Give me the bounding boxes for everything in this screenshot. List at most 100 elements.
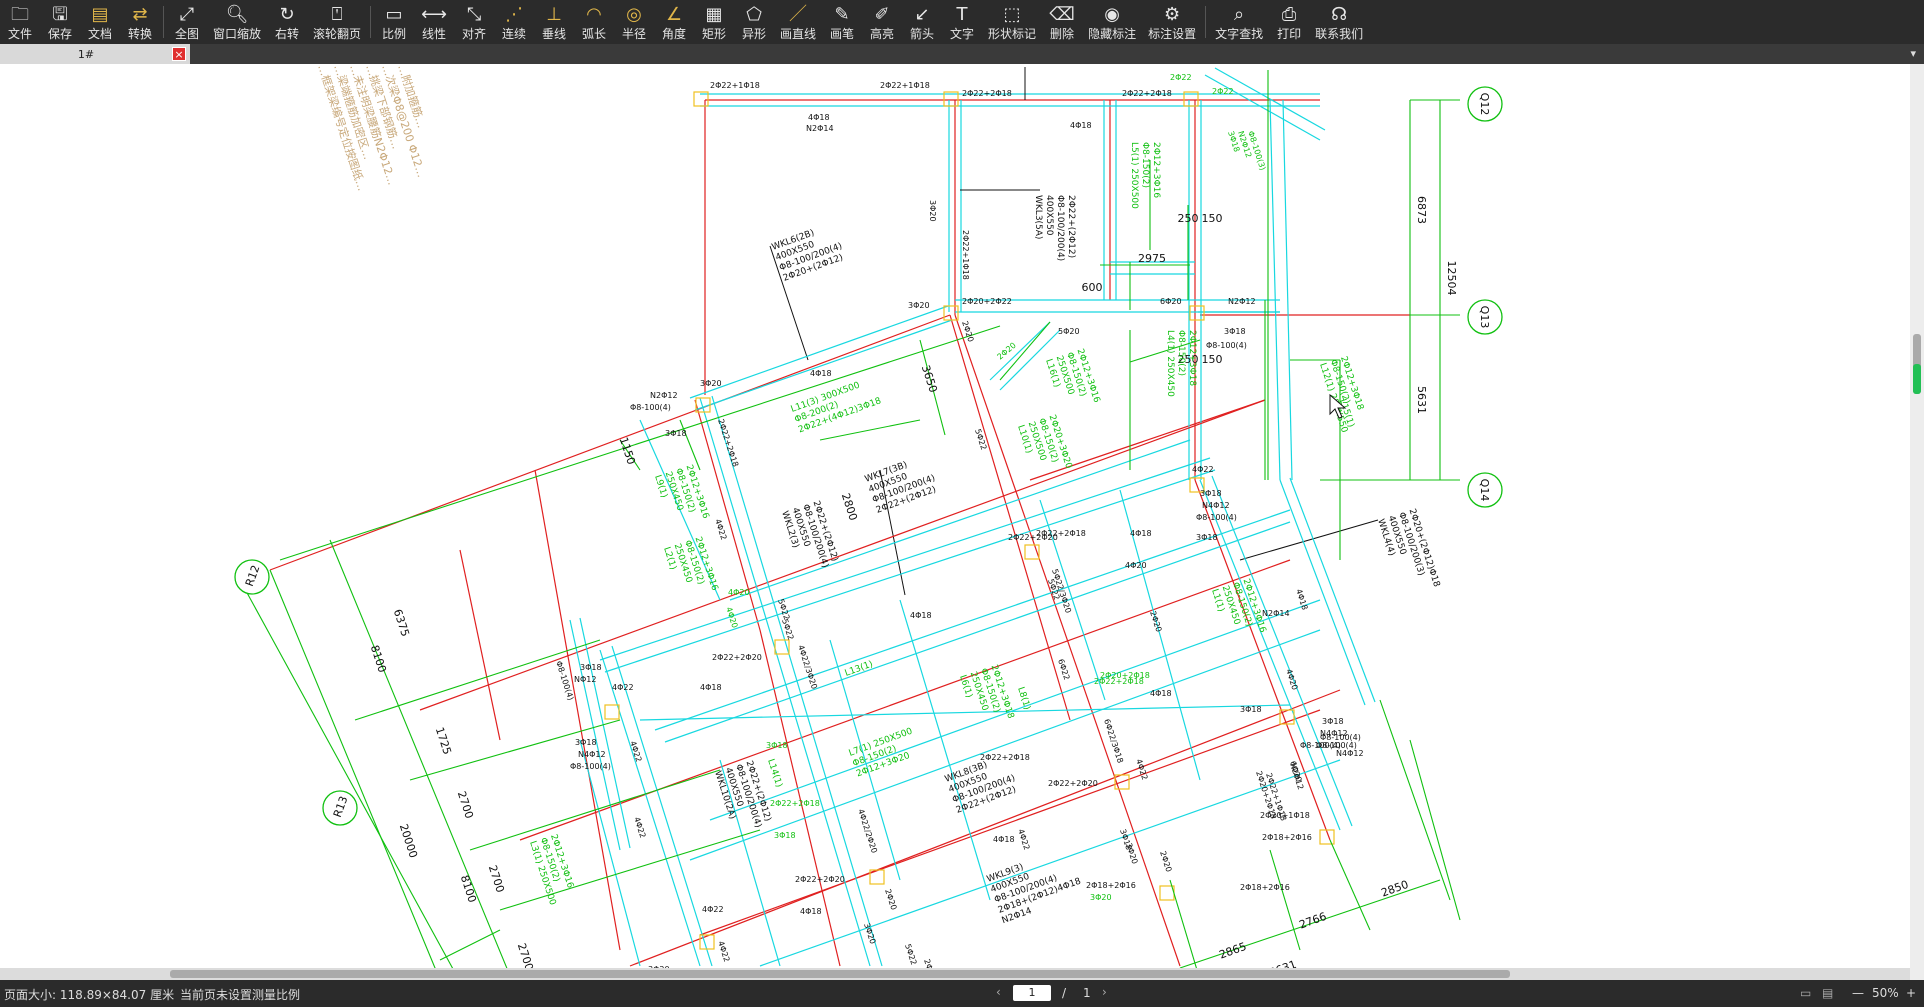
save-icon: 🖫: [52, 4, 68, 25]
page-number-input[interactable]: 1: [1013, 985, 1051, 1001]
axis-label: Q12: [1478, 93, 1491, 116]
angle-button[interactable]: ∠ 角度: [654, 0, 694, 44]
continuous-view-icon[interactable]: ▤: [1822, 986, 1833, 1000]
zoom-out-button[interactable]: —: [1852, 986, 1864, 1000]
arrow-button[interactable]: ↙ 箭头: [902, 0, 942, 44]
vertical-scroll-indicator: [1913, 364, 1921, 394]
rotate-right-button[interactable]: ↻ 右转: [267, 0, 307, 44]
drawing-canvas[interactable]: …框架梁编号定位按图纸… …梁端箍筋加密区… …未注明梁腰筋N2Φ12… …挑梁…: [0, 64, 1910, 980]
vertical-scrollbar[interactable]: [1910, 64, 1924, 980]
print-button[interactable]: ⎙ 打印: [1269, 0, 1309, 44]
status-bar: 页面大小: 118.89×84.07 厘米 当前页未设置测量比例 ‹ 1 / 1…: [0, 980, 1924, 1007]
horizontal-scroll-thumb[interactable]: [170, 970, 1510, 978]
shape-mark-button[interactable]: ⬚ 形状标记: [982, 0, 1042, 44]
window-zoom-button[interactable]: 🔍︎ 窗口缩放: [207, 0, 267, 44]
zoom-in-button[interactable]: +: [1906, 986, 1916, 1000]
rebar-text: 5Φ20: [1058, 327, 1080, 336]
linear-button[interactable]: ⟷ 线性: [414, 0, 454, 44]
file-button[interactable]: 🗀 文件: [0, 0, 40, 44]
fit-view-button[interactable]: ⤢ 全图: [167, 0, 207, 44]
scale-button[interactable]: ▭ 比例: [374, 0, 414, 44]
rebar-text: 3Φ18: [766, 741, 788, 750]
draw-line-button[interactable]: ／画直线: [774, 0, 822, 44]
save-button[interactable]: 🖫 保存: [40, 0, 80, 44]
wheel-page-button[interactable]: ⍞ 滚轮翻页: [307, 0, 367, 44]
rebar-text: 6Φ20: [1160, 297, 1182, 306]
next-page-button[interactable]: ›: [1102, 985, 1107, 999]
rebar-text: 3Φ18: [1322, 717, 1344, 726]
zoom-level: 50%: [1872, 986, 1899, 1000]
rebar-text: 4Φ20: [724, 606, 739, 629]
rebar-text: 4Φ20: [728, 588, 750, 597]
tab-bar: 1# × ▾: [0, 44, 1924, 64]
rebar-text: N2Φ12: [650, 391, 678, 400]
search-icon: ⌕: [1234, 4, 1245, 25]
line-icon: ／: [789, 4, 808, 25]
single-page-view-icon[interactable]: ▭: [1800, 986, 1811, 1000]
dimension-text: 5631: [1415, 386, 1428, 414]
prev-page-button[interactable]: ‹: [996, 985, 1001, 999]
rebar-text: 2Φ22+1Φ18: [961, 230, 970, 280]
beam-label: 400X550: [1044, 195, 1054, 236]
zoom-icon: 🔍︎: [225, 4, 249, 25]
rebar-text: 4Φ22/3Φ20: [796, 644, 819, 690]
convert-button[interactable]: ⇄ 转换: [120, 0, 160, 44]
pen-button[interactable]: ✎ 画笔: [822, 0, 862, 44]
fit-view-icon: ⤢: [179, 4, 195, 25]
text-button[interactable]: T 文字: [942, 0, 982, 44]
arc-length-button[interactable]: ◠ 弧长: [574, 0, 614, 44]
rebar-text: 4Φ18: [910, 611, 932, 620]
rebar-text: NΦ12: [574, 675, 596, 684]
rebar-text: 2Φ22+2Φ18: [1122, 89, 1172, 98]
mark-settings-button[interactable]: ⚙ 标注设置: [1142, 0, 1202, 44]
document-icon: ▤: [91, 4, 109, 25]
rebar-text: 4Φ20: [1125, 561, 1147, 570]
axis-labels: Q12 Q13 Q14 R12 R13: [243, 93, 1491, 820]
dimension-lines: [239, 70, 1461, 980]
rebar-text: 2Φ22: [1212, 87, 1234, 96]
horizontal-scrollbar[interactable]: [0, 968, 1910, 980]
rebar-text: 2Φ22+2Φ20: [1048, 779, 1098, 788]
rebar-text: 2Φ22+1Φ18: [880, 81, 930, 90]
rebar-text: 4Φ18: [800, 907, 822, 916]
document-button[interactable]: ▤ 文档: [80, 0, 120, 44]
irregular-button[interactable]: ⬠ 异形: [734, 0, 774, 44]
tab-document[interactable]: 1# ×: [0, 44, 190, 64]
rebar-text: 2Φ18+2Φ16: [1240, 883, 1290, 892]
arrow-icon: ↙: [914, 4, 930, 25]
contact-button[interactable]: ☊ 联系我们: [1309, 0, 1369, 44]
text-search-button[interactable]: ⌕ 文字查找: [1209, 0, 1269, 44]
rectangle-button[interactable]: ▦ 矩形: [694, 0, 734, 44]
main-toolbar: 🗀 文件 🖫 保存 ▤ 文档 ⇄ 转换 ⤢ 全图 🔍︎ 窗口缩放 ↻ 右转 ⍞ 滚轮翻页 ▭ 比例…: [0, 0, 1924, 44]
axis-label: Q14: [1478, 479, 1491, 502]
highlight-button[interactable]: ✐ 高亮: [862, 0, 902, 44]
scale-icon: ▭: [385, 4, 403, 25]
rebar-text: 3Φ18: [1196, 533, 1218, 542]
eraser-icon: ⌫: [1049, 4, 1075, 25]
align-button[interactable]: ⤡ 对齐: [454, 0, 494, 44]
hide-marks-button[interactable]: ◉ 隐藏标注: [1082, 0, 1142, 44]
rebar-text: 4Φ20: [1284, 668, 1299, 691]
continuous-button[interactable]: ⋰ 连续: [494, 0, 534, 44]
rebar-text: 2Φ20+2Φ18: [1100, 671, 1150, 680]
delete-button[interactable]: ⌫ 删除: [1042, 0, 1082, 44]
page-total: 1: [1083, 986, 1091, 1000]
rebar-text: 3Φ20: [700, 379, 722, 388]
rebar-text: 3Φ18: [580, 663, 602, 672]
rebar-text: 4Φ22/2Φ20: [856, 808, 879, 854]
beam-label: WKL3(5A): [1033, 195, 1043, 239]
perpendicular-button[interactable]: ⊥ 垂线: [534, 0, 574, 44]
dimension-text: 6873: [1415, 196, 1428, 224]
beam-label: 2Φ12+3Φ16: [1151, 142, 1161, 198]
dimension-text: 2865: [1217, 940, 1248, 962]
scale-note-text: 当前页未设置测量比例: [180, 988, 301, 1002]
axis-label: Q13: [1478, 306, 1491, 329]
rebar-text: 4Φ18: [700, 683, 722, 692]
radius-button[interactable]: ◎ 半径: [614, 0, 654, 44]
rebar-text: 2Φ22+2Φ18: [716, 418, 740, 468]
rebar-text: 5Φ22: [903, 943, 918, 966]
rebar-text: 6Φ22/3Φ18: [1102, 718, 1125, 764]
pen-icon: ✎: [834, 4, 850, 25]
close-icon[interactable]: ×: [172, 47, 186, 61]
tab-menu-icon[interactable]: ▾: [1910, 47, 1916, 60]
